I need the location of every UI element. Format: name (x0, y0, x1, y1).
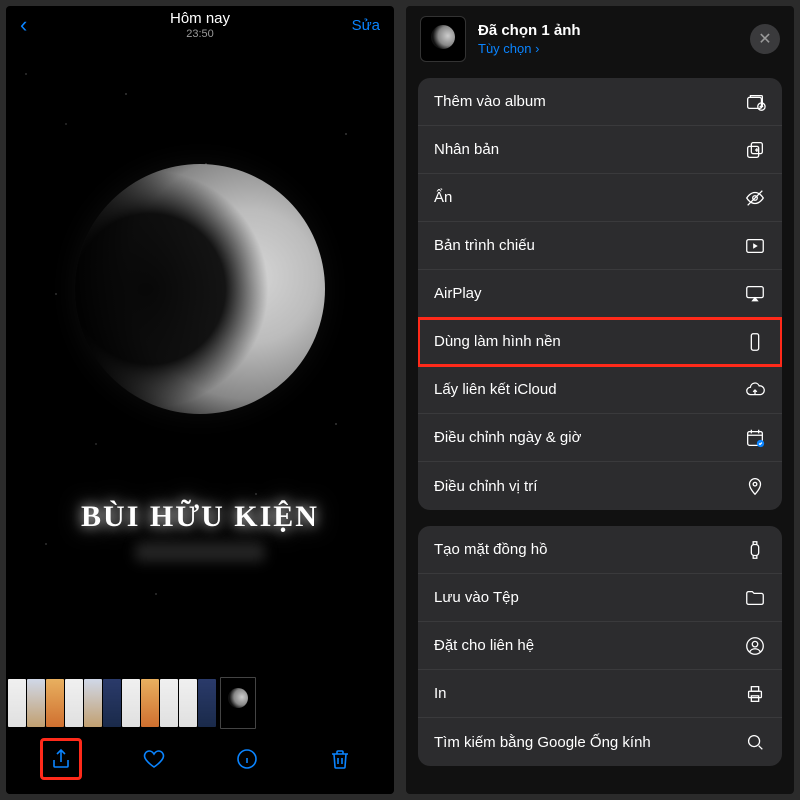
share-icon (49, 747, 73, 771)
action-label: Tìm kiếm bằng Google Ống kính (434, 734, 651, 751)
info-icon (235, 747, 259, 771)
folder-icon (744, 587, 766, 609)
watch-icon (744, 539, 766, 561)
share-button[interactable] (40, 738, 82, 780)
eye-slash-icon (744, 187, 766, 209)
album-add-icon (744, 91, 766, 113)
thumbnail[interactable] (103, 679, 121, 727)
moon-graphic (75, 164, 325, 414)
calendar-edit-icon (744, 427, 766, 449)
action-add-to-album[interactable]: Thêm vào album (418, 78, 782, 126)
photo-caption-blurred (6, 542, 394, 566)
action-label: In (434, 685, 447, 702)
action-label: AirPlay (434, 285, 482, 302)
action-label: Điều chỉnh ngày & giờ (434, 429, 581, 446)
thumbnail[interactable] (160, 679, 178, 727)
thumbnail[interactable] (8, 679, 26, 727)
action-label: Bản trình chiếu (434, 237, 535, 254)
sheet-title: Đã chọn 1 ảnh (478, 22, 738, 39)
action-label: Lấy liên kết iCloud (434, 381, 557, 398)
share-sheet-screen: Đã chọn 1 ảnh Tùy chọn › ✕ Thêm vào albu… (406, 6, 794, 794)
action-label: Thêm vào album (434, 93, 546, 110)
cloud-link-icon (744, 379, 766, 401)
edit-button[interactable]: Sửa (352, 17, 380, 34)
thumbnail-current[interactable] (220, 677, 256, 729)
search-icon (744, 731, 766, 753)
info-button[interactable] (226, 738, 268, 780)
photo-viewer-screen: ‹ Hôm nay 23:50 Sửa BÙI HỮU KIỆN (6, 6, 394, 794)
sheet-options-link[interactable]: Tùy chọn › (478, 41, 738, 56)
action-use-as-wallpaper[interactable]: Dùng làm hình nền (418, 318, 782, 366)
action-adjust-location[interactable]: Điều chỉnh vị trí (418, 462, 782, 510)
action-label: Nhân bản (434, 141, 499, 158)
action-slideshow[interactable]: Bản trình chiếu (418, 222, 782, 270)
thumbnail[interactable] (65, 679, 83, 727)
thumbnail[interactable] (179, 679, 197, 727)
thumbnail[interactable] (198, 679, 216, 727)
printer-icon (744, 683, 766, 705)
action-label: Ẩn (434, 189, 452, 206)
action-group-2: Tạo mặt đồng hồ Lưu vào Tệp Đặt cho liên… (418, 526, 782, 766)
action-group-1: Thêm vào album Nhân bản Ẩn Bản trình chi… (418, 78, 782, 510)
photo-toolbar (6, 732, 394, 794)
thumbnail[interactable] (84, 679, 102, 727)
sheet-thumbnail (420, 16, 466, 62)
thumbnail-strip[interactable] (6, 674, 394, 732)
thumbnail[interactable] (46, 679, 64, 727)
action-label: Lưu vào Tệp (434, 589, 519, 606)
delete-button[interactable] (319, 738, 361, 780)
action-adjust-date[interactable]: Điều chỉnh ngày & giờ (418, 414, 782, 462)
action-google-lens[interactable]: Tìm kiếm bằng Google Ống kính (418, 718, 782, 766)
action-airplay[interactable]: AirPlay (418, 270, 782, 318)
action-hide[interactable]: Ẩn (418, 174, 782, 222)
phone-icon (744, 331, 766, 353)
action-label: Đặt cho liên hệ (434, 637, 534, 654)
favorite-button[interactable] (133, 738, 175, 780)
thumbnail[interactable] (122, 679, 140, 727)
close-icon: ✕ (758, 29, 771, 49)
action-print[interactable]: In (418, 670, 782, 718)
action-duplicate[interactable]: Nhân bản (418, 126, 782, 174)
header-title-block: Hôm nay 23:50 (6, 10, 394, 40)
action-create-watch-face[interactable]: Tạo mặt đồng hồ (418, 526, 782, 574)
action-icloud-link[interactable]: Lấy liên kết iCloud (418, 366, 782, 414)
play-rect-icon (744, 235, 766, 257)
sheet-title-block: Đã chọn 1 ảnh Tùy chọn › (478, 22, 738, 56)
action-save-to-files[interactable]: Lưu vào Tệp (418, 574, 782, 622)
duplicate-icon (744, 139, 766, 161)
thumbnail[interactable] (27, 679, 45, 727)
trash-icon (328, 747, 352, 771)
heart-icon (142, 747, 166, 771)
action-label: Điều chỉnh vị trí (434, 478, 537, 495)
contact-icon (744, 635, 766, 657)
header-title: Hôm nay (6, 10, 394, 27)
action-label: Tạo mặt đồng hồ (434, 541, 547, 558)
back-chevron-icon[interactable]: ‹ (20, 14, 27, 36)
airplay-icon (744, 283, 766, 305)
location-pin-icon (744, 475, 766, 497)
header-time: 23:50 (6, 28, 394, 40)
photo-canvas[interactable]: BÙI HỮU KIỆN (6, 44, 394, 674)
action-label: Dùng làm hình nền (434, 333, 561, 350)
sheet-header: Đã chọn 1 ảnh Tùy chọn › ✕ (406, 6, 794, 72)
sheet-body[interactable]: Thêm vào album Nhân bản Ẩn Bản trình chi… (406, 72, 794, 794)
close-button[interactable]: ✕ (750, 24, 780, 54)
photo-header: ‹ Hôm nay 23:50 Sửa (6, 6, 394, 44)
thumbnail[interactable] (141, 679, 159, 727)
action-assign-contact[interactable]: Đặt cho liên hệ (418, 622, 782, 670)
photo-caption: BÙI HỮU KIỆN (6, 500, 394, 534)
